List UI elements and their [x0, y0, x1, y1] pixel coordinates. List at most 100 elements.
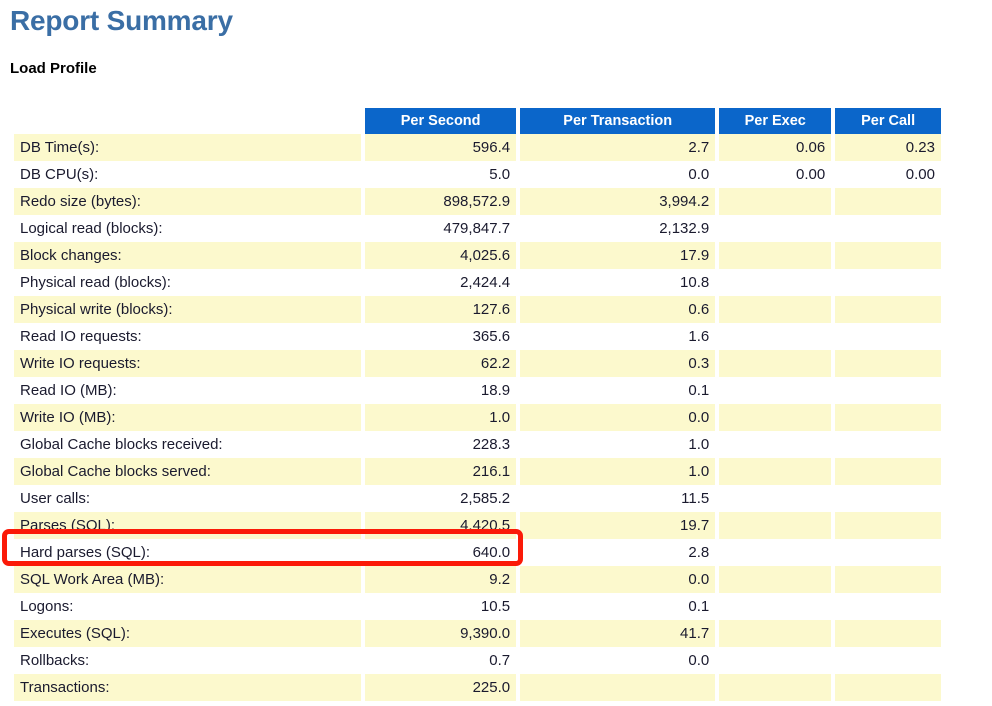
- column-header-per-exec[interactable]: Per Exec: [719, 108, 832, 134]
- cell-per-exec: [719, 350, 832, 377]
- cell-per-second: 5.0: [365, 161, 517, 188]
- row-label: Write IO (MB):: [14, 404, 362, 431]
- cell-per-exec: [719, 377, 832, 404]
- cell-per-exec: [719, 323, 832, 350]
- table-row: User calls: 2,585.2 11.5: [14, 485, 941, 512]
- cell-per-call: 0.00: [835, 161, 941, 188]
- cell-per-second: 596.4: [365, 134, 517, 161]
- cell-per-exec: 0.06: [719, 134, 832, 161]
- cell-per-call: 0.23: [835, 134, 941, 161]
- row-label: Hard parses (SQL):: [14, 539, 362, 566]
- cell-per-call: [835, 485, 941, 512]
- cell-per-call: [835, 215, 941, 242]
- table-row: Logical read (blocks): 479,847.7 2,132.9: [14, 215, 941, 242]
- cell-per-transaction: 3,994.2: [520, 188, 716, 215]
- table-row: Read IO (MB): 18.9 0.1: [14, 377, 941, 404]
- row-label: DB Time(s):: [14, 134, 362, 161]
- table-row: SQL Work Area (MB): 9.2 0.0: [14, 566, 941, 593]
- cell-per-exec: [719, 647, 832, 674]
- cell-per-exec: [719, 539, 832, 566]
- table-row: Write IO (MB): 1.0 0.0: [14, 404, 941, 431]
- table-row: Hard parses (SQL): 640.0 2.8: [14, 539, 941, 566]
- cell-per-exec: [719, 269, 832, 296]
- cell-per-exec: [719, 674, 832, 701]
- row-label: Logical read (blocks):: [14, 215, 362, 242]
- column-header-per-second[interactable]: Per Second: [365, 108, 517, 134]
- cell-per-call: [835, 242, 941, 269]
- cell-per-transaction: 0.1: [520, 377, 716, 404]
- table-body: DB Time(s): 596.4 2.7 0.06 0.23 DB CPU(s): 5.0…: [14, 134, 941, 701]
- cell-per-exec: [719, 431, 832, 458]
- row-label: Parses (SQL):: [14, 512, 362, 539]
- cell-per-exec: [719, 296, 832, 323]
- column-header-per-call[interactable]: Per Call: [835, 108, 941, 134]
- row-label: User calls:: [14, 485, 362, 512]
- cell-per-transaction: 17.9: [520, 242, 716, 269]
- cell-per-second: 10.5: [365, 593, 517, 620]
- cell-per-transaction: 1.6: [520, 323, 716, 350]
- cell-per-exec: [719, 242, 832, 269]
- cell-per-call: [835, 620, 941, 647]
- cell-per-second: 216.1: [365, 458, 517, 485]
- cell-per-call: [835, 188, 941, 215]
- table-row: Global Cache blocks received: 228.3 1.0: [14, 431, 941, 458]
- cell-per-second: 2,585.2: [365, 485, 517, 512]
- row-label: Physical write (blocks):: [14, 296, 362, 323]
- table-row: DB Time(s): 596.4 2.7 0.06 0.23: [14, 134, 941, 161]
- cell-per-transaction: 0.0: [520, 404, 716, 431]
- section-title: Load Profile: [10, 60, 97, 77]
- cell-per-call: [835, 593, 941, 620]
- cell-per-exec: [719, 593, 832, 620]
- table-row: Write IO requests: 62.2 0.3: [14, 350, 941, 377]
- table-header: Per Second Per Transaction Per Exec Per …: [14, 108, 941, 134]
- cell-per-exec: [719, 620, 832, 647]
- cell-per-transaction: 19.7: [520, 512, 716, 539]
- table-row: Rollbacks: 0.7 0.0: [14, 647, 941, 674]
- cell-per-transaction: 0.6: [520, 296, 716, 323]
- cell-per-exec: 0.00: [719, 161, 832, 188]
- cell-per-second: 225.0: [365, 674, 517, 701]
- cell-per-transaction: 2.8: [520, 539, 716, 566]
- column-header-per-transaction[interactable]: Per Transaction: [520, 108, 716, 134]
- table-row: Physical write (blocks): 127.6 0.6: [14, 296, 941, 323]
- cell-per-call: [835, 674, 941, 701]
- cell-per-second: 4,025.6: [365, 242, 517, 269]
- table-row: Executes (SQL): 9,390.0 41.7: [14, 620, 941, 647]
- cell-per-exec: [719, 215, 832, 242]
- table-row: Transactions: 225.0: [14, 674, 941, 701]
- cell-per-second: 2,424.4: [365, 269, 517, 296]
- cell-per-second: 898,572.9: [365, 188, 517, 215]
- row-label: Global Cache blocks received:: [14, 431, 362, 458]
- cell-per-call: [835, 512, 941, 539]
- page-title: Report Summary: [10, 5, 233, 36]
- cell-per-exec: [719, 566, 832, 593]
- row-label: SQL Work Area (MB):: [14, 566, 362, 593]
- cell-per-transaction: 0.3: [520, 350, 716, 377]
- cell-per-transaction: 0.0: [520, 161, 716, 188]
- cell-per-second: 0.7: [365, 647, 517, 674]
- row-label: Rollbacks:: [14, 647, 362, 674]
- cell-per-call: [835, 377, 941, 404]
- cell-per-transaction: 0.0: [520, 566, 716, 593]
- cell-per-second: 640.0: [365, 539, 517, 566]
- cell-per-call: [835, 404, 941, 431]
- table-row: Logons: 10.5 0.1: [14, 593, 941, 620]
- row-label: Block changes:: [14, 242, 362, 269]
- table-row: Block changes: 4,025.6 17.9: [14, 242, 941, 269]
- cell-per-call: [835, 539, 941, 566]
- cell-per-call: [835, 458, 941, 485]
- table-row: Read IO requests: 365.6 1.6: [14, 323, 941, 350]
- row-label: Redo size (bytes):: [14, 188, 362, 215]
- cell-per-exec: [719, 188, 832, 215]
- cell-per-transaction: 0.1: [520, 593, 716, 620]
- cell-per-call: [835, 323, 941, 350]
- row-label: Transactions:: [14, 674, 362, 701]
- cell-per-transaction: 1.0: [520, 431, 716, 458]
- cell-per-transaction: 2.7: [520, 134, 716, 161]
- cell-per-exec: [719, 485, 832, 512]
- cell-per-second: 18.9: [365, 377, 517, 404]
- cell-per-second: 1.0: [365, 404, 517, 431]
- cell-per-transaction: 0.0: [520, 647, 716, 674]
- cell-per-second: 127.6: [365, 296, 517, 323]
- table-row: Redo size (bytes): 898,572.9 3,994.2: [14, 188, 941, 215]
